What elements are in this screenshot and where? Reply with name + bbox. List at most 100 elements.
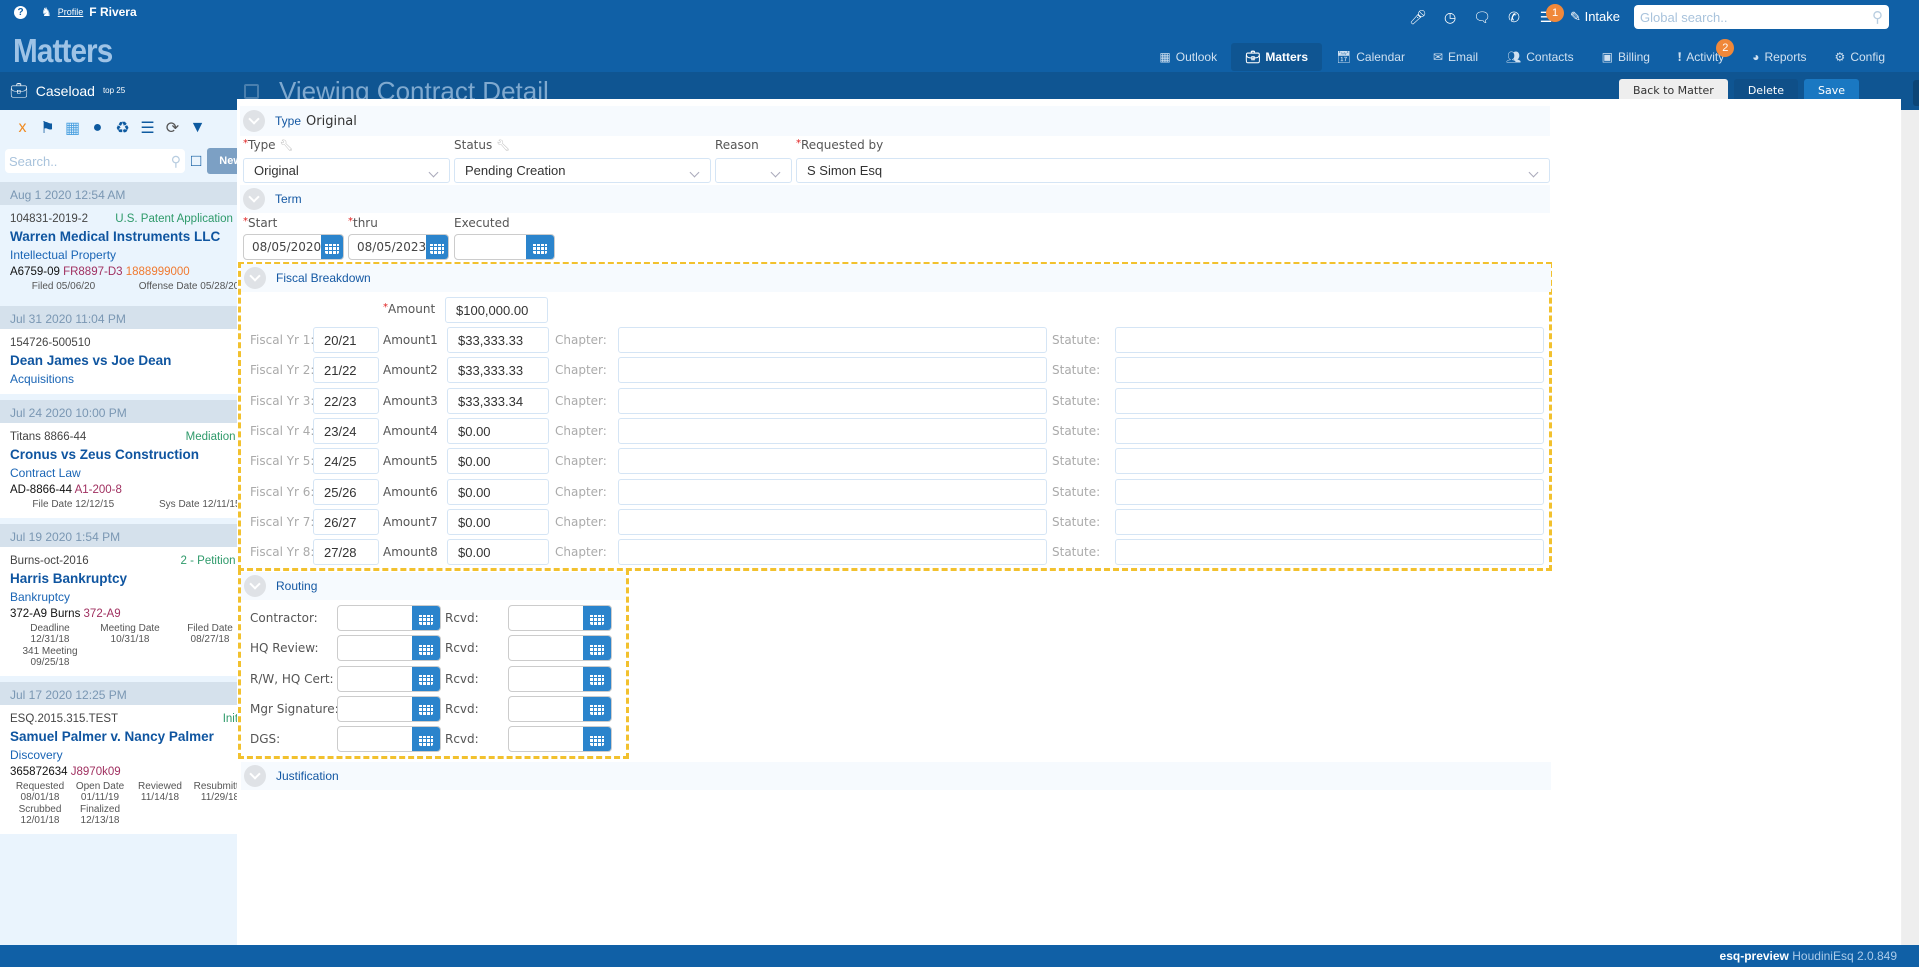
intake-button[interactable]: ✎ Intake — [1570, 9, 1620, 25]
rcvd-date-value[interactable] — [509, 727, 583, 751]
matter-title[interactable]: Dean James vs Joe Dean — [10, 353, 263, 368]
routing-date-field[interactable] — [337, 726, 441, 753]
filter-icon[interactable]: ▼ — [185, 119, 210, 137]
section-justification[interactable]: Justification — [241, 762, 1551, 790]
routing-date-field[interactable] — [337, 695, 441, 722]
chapter-input[interactable] — [618, 387, 1047, 414]
chapter-input[interactable] — [618, 417, 1047, 444]
chapter-input[interactable] — [618, 327, 1047, 353]
fiscal-year-input[interactable]: 22/23 — [313, 387, 379, 414]
rcvd-date-value[interactable] — [509, 636, 583, 660]
statute-input[interactable] — [1115, 539, 1544, 566]
recycle-icon[interactable]: ♻ — [110, 118, 135, 138]
chevron-down-icon[interactable] — [243, 188, 265, 210]
calendar-icon[interactable]: ▦ — [60, 118, 85, 138]
amount-row-input[interactable]: $0.00 — [447, 478, 549, 505]
phone-icon[interactable]: ✆ — [1498, 9, 1530, 26]
panel-toggle[interactable] — [1913, 80, 1919, 106]
user-icon[interactable]: ● — [85, 119, 110, 137]
requested-by-select[interactable]: S Simon Esq — [796, 158, 1550, 183]
start-date-field[interactable]: 08/05/2020 — [243, 234, 344, 260]
chevron-down-icon[interactable] — [244, 575, 266, 597]
amount-row-input[interactable]: $0.00 — [447, 417, 549, 444]
statute-input[interactable] — [1115, 357, 1544, 384]
chapter-input[interactable] — [618, 508, 1047, 535]
rcvd-date-field[interactable] — [508, 635, 612, 662]
routing-date-value[interactable] — [338, 697, 412, 721]
executed-date-value[interactable] — [455, 235, 526, 259]
person-icon[interactable]: x — [10, 119, 35, 137]
start-date-value[interactable]: 08/05/2020 — [244, 235, 321, 259]
fiscal-year-input[interactable]: 27/28 — [313, 539, 379, 566]
chevron-down-icon[interactable] — [243, 110, 265, 132]
global-search-input[interactable]: Global search.. ⚲ — [1634, 5, 1889, 29]
nav-matters[interactable]: 💼︎ Matters — [1231, 43, 1323, 71]
thru-date-field[interactable]: 08/05/2023 — [348, 234, 449, 260]
calendar-button[interactable] — [583, 727, 611, 752]
fiscal-year-input[interactable]: 21/22 — [313, 357, 379, 384]
sidebar-search-input[interactable]: Search.. ⚲ — [5, 149, 185, 173]
nav-outlook[interactable]: ▦ Outlook — [1145, 43, 1231, 71]
chevron-down-icon[interactable] — [244, 765, 266, 787]
executed-date-field[interactable] — [454, 234, 555, 260]
routing-date-field[interactable] — [337, 605, 441, 631]
matter-title[interactable]: Harris Bankruptcy — [10, 571, 263, 586]
chapter-input[interactable] — [618, 357, 1047, 384]
reason-select[interactable] — [715, 158, 792, 183]
nav-calendar[interactable]: 📅︎ Calendar — [1322, 43, 1419, 71]
microphone-icon[interactable]: 🎤︎ — [1402, 9, 1434, 26]
matter-card[interactable]: Titans 8866-44 Mediation Prep Cronus vs Z… — [0, 423, 273, 518]
calendar-button[interactable] — [412, 666, 440, 691]
calendar-button[interactable] — [321, 235, 343, 259]
calendar-button[interactable] — [412, 696, 440, 721]
routing-date-value[interactable] — [338, 667, 412, 691]
matter-card[interactable]: ESQ.2015.315.TESTInitiated Samuel Palmer… — [0, 705, 273, 834]
routing-date-field[interactable] — [337, 665, 441, 692]
statute-input[interactable] — [1115, 417, 1544, 444]
calendar-button[interactable] — [583, 696, 611, 721]
matter-card[interactable]: 104831-2019-2 U.S. Patent Application Fil… — [0, 205, 273, 300]
refresh-icon[interactable]: ⟳ — [160, 118, 185, 138]
statute-input[interactable] — [1115, 478, 1544, 505]
statute-input[interactable] — [1115, 327, 1544, 353]
chevron-down-icon[interactable] — [244, 267, 266, 289]
section-type[interactable]: Type Original — [240, 106, 1550, 136]
calendar-button[interactable] — [426, 235, 448, 259]
rcvd-date-value[interactable] — [509, 606, 583, 630]
thru-date-value[interactable]: 08/05/2023 — [349, 235, 426, 259]
clock-icon[interactable]: ◷ — [1434, 9, 1466, 26]
routing-date-field[interactable] — [337, 635, 441, 662]
amount-row-input[interactable]: $33,333.34 — [447, 387, 549, 414]
amount-row-input[interactable]: $0.00 — [447, 539, 549, 566]
search-icon[interactable]: ⚲ — [171, 153, 181, 170]
type-select[interactable]: Original — [243, 158, 450, 183]
fiscal-year-input[interactable]: 20/21 — [313, 327, 379, 353]
rcvd-date-field[interactable] — [508, 695, 612, 722]
routing-date-value[interactable] — [338, 606, 412, 630]
calendar-button[interactable] — [583, 636, 611, 661]
nav-billing[interactable]: ▣ Billing — [1588, 43, 1664, 71]
matter-title[interactable]: Warren Medical Instruments LLC — [10, 229, 261, 244]
fiscal-year-input[interactable]: 25/26 — [313, 478, 379, 505]
collapse-sidebar-button[interactable] — [244, 84, 259, 99]
chat-icon[interactable]: 🗨︎ — [1466, 9, 1498, 26]
fiscal-year-input[interactable]: 23/24 — [313, 417, 379, 444]
calendar-button[interactable] — [412, 636, 440, 661]
amount-row-input[interactable]: $0.00 — [447, 508, 549, 535]
rcvd-date-field[interactable] — [508, 605, 612, 631]
routing-date-value[interactable] — [338, 727, 412, 751]
help-icon[interactable]: ? — [14, 5, 27, 19]
rcvd-date-value[interactable] — [509, 667, 583, 691]
amount-row-input[interactable]: $0.00 — [447, 448, 549, 475]
calendar-button[interactable] — [412, 727, 440, 752]
calendar-icon[interactable]: □ — [191, 151, 201, 171]
nav-contacts[interactable]: 👥︎ Contacts — [1492, 43, 1588, 71]
search-icon[interactable]: ⚲ — [1872, 8, 1883, 26]
section-term[interactable]: Term — [240, 185, 1550, 213]
amount-input[interactable]: $100,000.00 — [445, 297, 548, 323]
matter-title[interactable]: Cronus vs Zeus Construction — [10, 447, 263, 462]
calendar-button[interactable] — [526, 235, 554, 259]
calendar-button[interactable] — [583, 606, 611, 630]
amount-row-input[interactable]: $33,333.33 — [447, 327, 549, 353]
nav-email[interactable]: ✉ Email — [1419, 43, 1492, 71]
